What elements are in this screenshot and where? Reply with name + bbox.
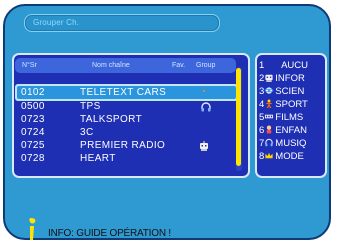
genre-item[interactable]: 3 SCIEN bbox=[259, 86, 304, 97]
table-row[interactable]: 0725 PREMIER RADIO bbox=[15, 140, 236, 152]
channel-name: 3C bbox=[80, 127, 94, 138]
menu-screen: Grouper Ch. N°Sr Nom chaîne Fav. Group 0… bbox=[0, 0, 339, 243]
table-row[interactable]: 0728 HEART bbox=[15, 153, 236, 165]
genre-item[interactable]: 6 ENFAN bbox=[259, 125, 307, 136]
table-row[interactable]: 0724 3C bbox=[15, 127, 236, 139]
table-row[interactable]: 0102 TELETEXT CARS bbox=[15, 87, 236, 99]
channel-number: 0500 bbox=[21, 101, 45, 112]
channel-name: HEART bbox=[80, 153, 116, 164]
channel-name: TELETEXT CARS bbox=[80, 87, 167, 98]
genre-item[interactable]: 8 MODE bbox=[259, 151, 304, 162]
genre-item[interactable]: 7 MUSIQ bbox=[259, 138, 306, 149]
child-icon bbox=[267, 125, 272, 134]
genre-label: ENFAN bbox=[275, 125, 307, 136]
info-message: INFO: GUIDE OPÉRATION ! bbox=[48, 228, 172, 239]
sport-icon bbox=[266, 99, 272, 108]
channel-name: TPS bbox=[80, 101, 101, 112]
genre-item[interactable]: 4 SPORT bbox=[259, 99, 308, 110]
genre-item[interactable]: 1 AUCU bbox=[259, 60, 308, 71]
column-header-number: N°Sr bbox=[22, 62, 37, 69]
menu-title: Grouper Ch. bbox=[33, 18, 80, 27]
genre-label: AUCU bbox=[281, 60, 308, 71]
science-icon bbox=[264, 87, 274, 94]
headphones-icon bbox=[265, 138, 273, 147]
genre-label: INFOR bbox=[275, 73, 305, 84]
moon-star-icon bbox=[203, 89, 207, 97]
film-icon bbox=[265, 114, 274, 119]
table-row[interactable]: 0500 TPS bbox=[15, 101, 236, 113]
column-header-fav: Fav. bbox=[172, 62, 186, 69]
column-header-name: Nom chaîne bbox=[92, 62, 130, 69]
genre-number: 1 bbox=[259, 60, 265, 71]
channel-number: 0724 bbox=[21, 127, 45, 138]
channel-number: 0723 bbox=[21, 114, 45, 125]
channel-number: 0725 bbox=[21, 140, 45, 151]
genre-label: SCIEN bbox=[275, 86, 305, 97]
robot-icon bbox=[200, 141, 208, 151]
genre-item[interactable]: 5 FILMS bbox=[259, 112, 303, 123]
channel-name: PREMIER RADIO bbox=[80, 140, 166, 151]
crown-icon bbox=[265, 152, 273, 159]
genre-label: FILMS bbox=[275, 112, 304, 123]
column-header-group: Group bbox=[196, 62, 216, 69]
channel-number: 0102 bbox=[21, 87, 45, 98]
channel-name: TALKSPORT bbox=[80, 114, 143, 125]
robot-icon bbox=[265, 74, 273, 82]
genre-label: MUSIQ bbox=[275, 138, 307, 149]
scroll-thumb[interactable] bbox=[236, 68, 241, 166]
genre-item[interactable]: 2 INFOR bbox=[259, 73, 305, 84]
genre-label: MODE bbox=[275, 151, 304, 162]
genre-label: SPORT bbox=[275, 99, 308, 110]
table-row[interactable]: 0723 TALKSPORT bbox=[15, 114, 236, 126]
channel-number: 0728 bbox=[21, 153, 45, 164]
info-icon bbox=[29, 218, 36, 240]
headphones-icon bbox=[201, 102, 211, 112]
